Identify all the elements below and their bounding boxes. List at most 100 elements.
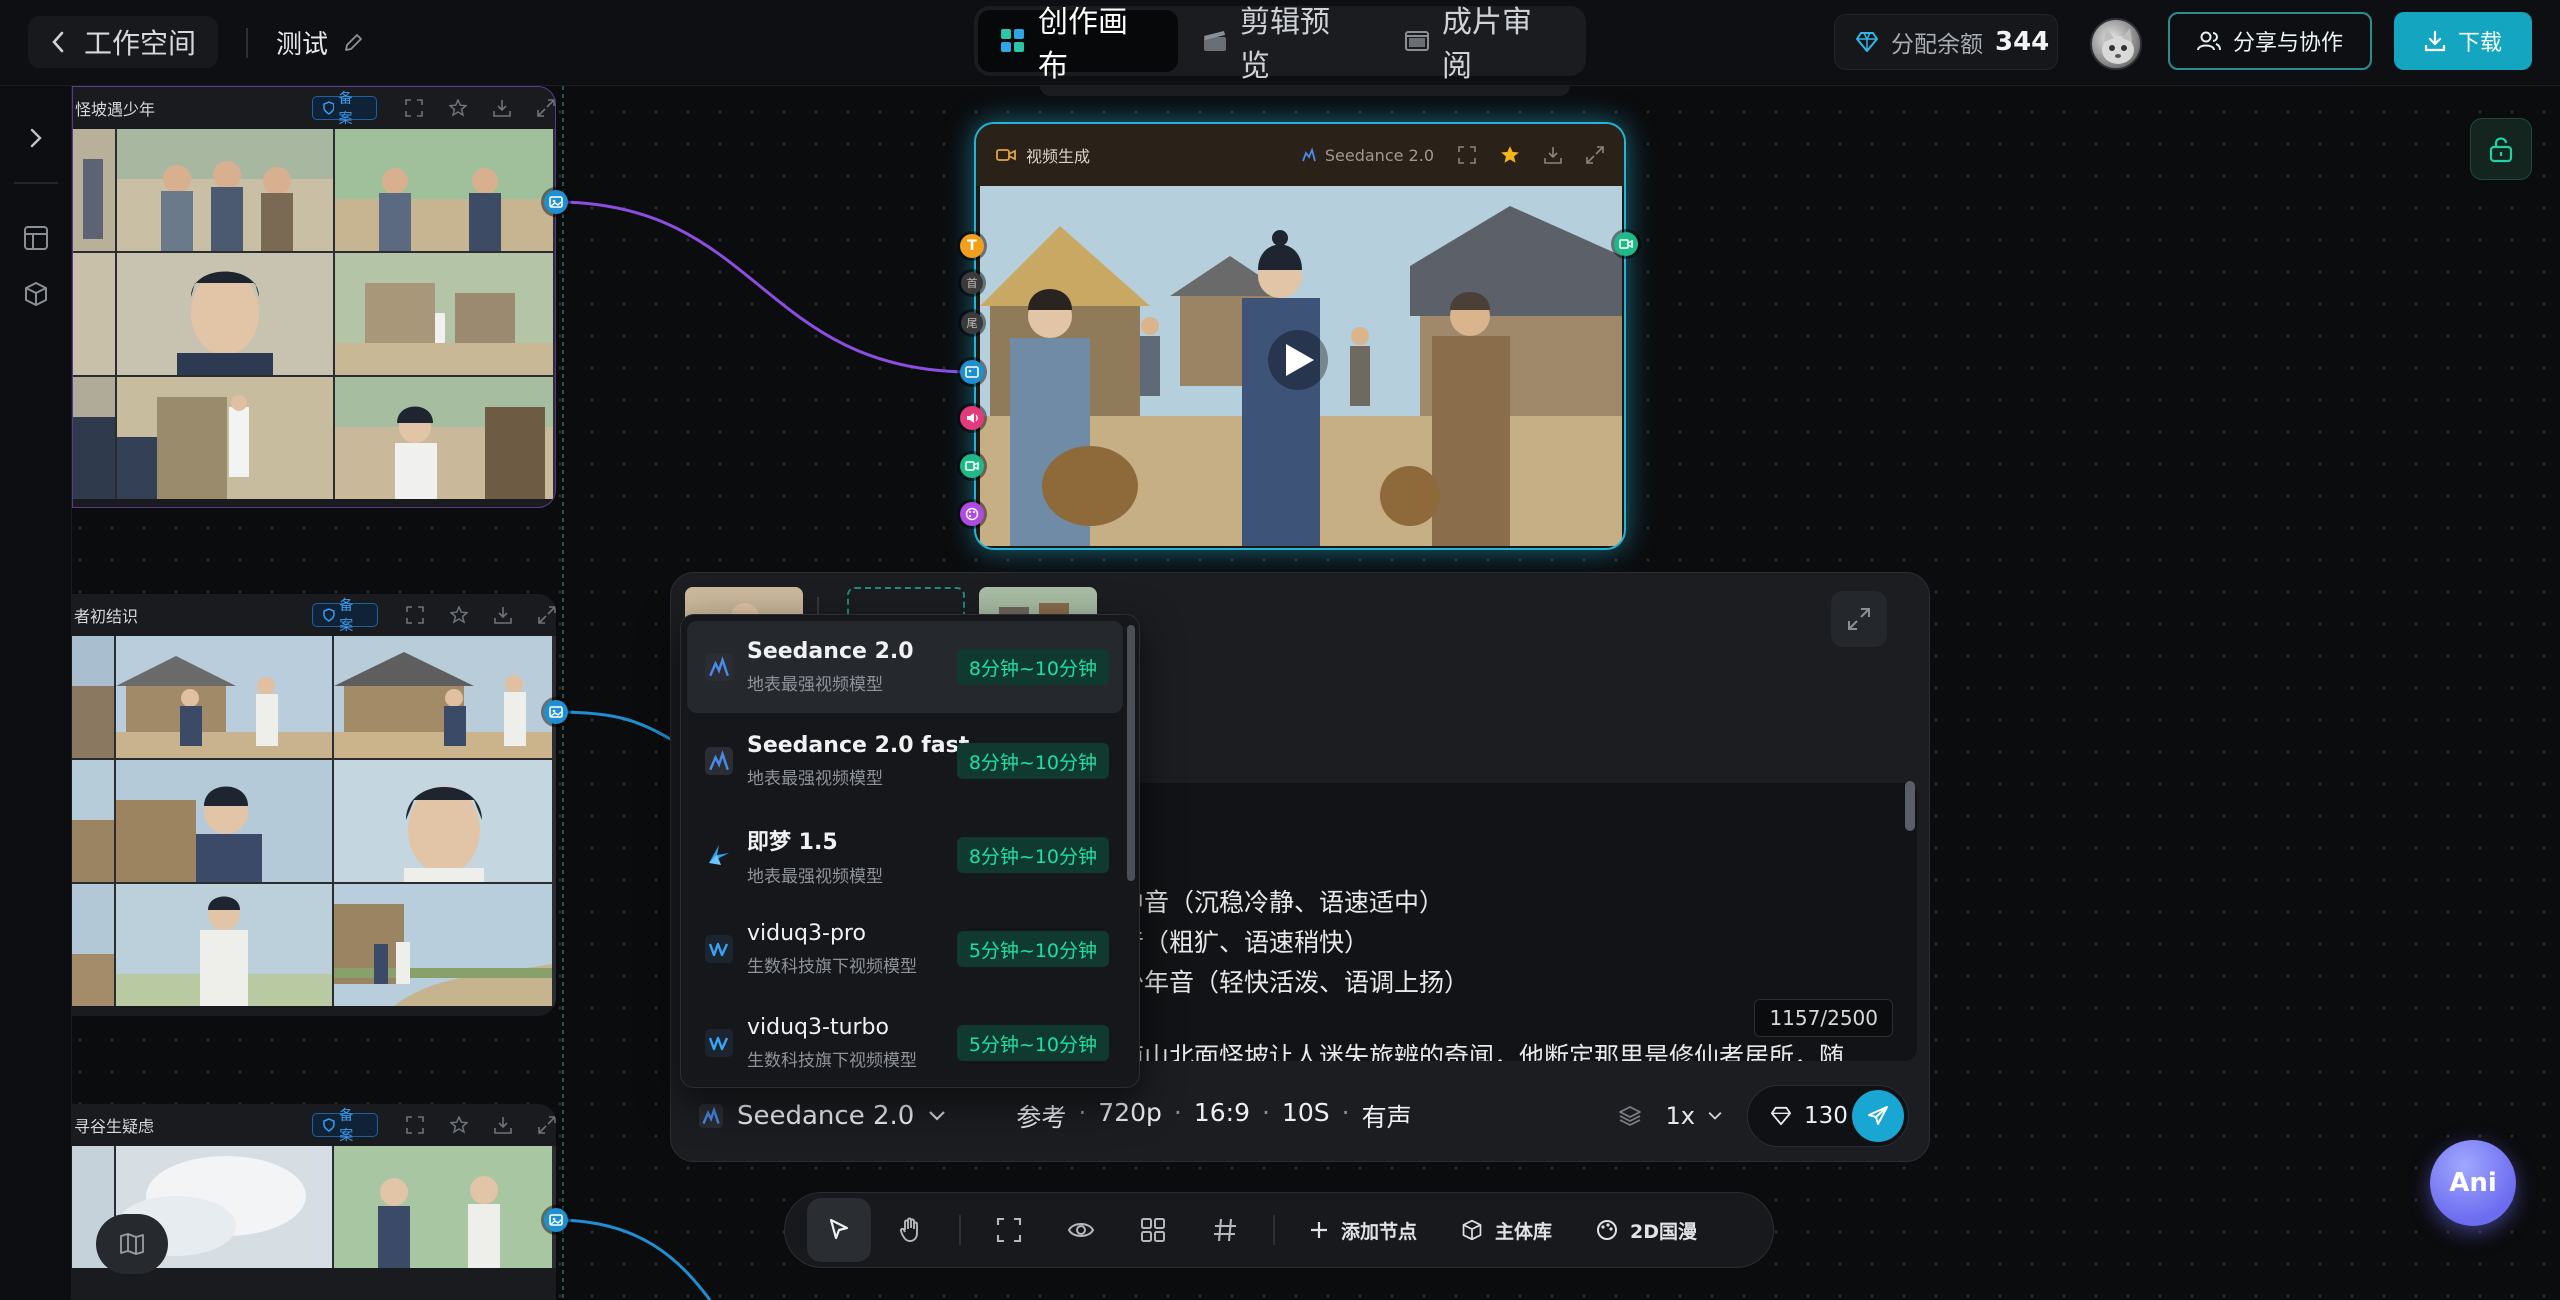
storyboard-card[interactable]: 者初结识 备案 xyxy=(72,594,556,1016)
fullscreen-icon[interactable] xyxy=(538,1116,556,1134)
layers-icon[interactable] xyxy=(1618,1104,1642,1128)
ani-assistant-button[interactable]: Ani xyxy=(2430,1140,2516,1226)
multiplier-selector[interactable]: 1x xyxy=(1666,1102,1723,1130)
storyboard-frame[interactable] xyxy=(117,253,333,375)
time-badge: 8分钟~10分钟 xyxy=(956,743,1109,779)
prompt-controls: Seedance 2.0 参考 · 720p · 16:9 · 10S · 有声… xyxy=(699,1083,1909,1149)
model-option[interactable]: viduq3-turbo 生数科技旗下视频模型 5分钟~10分钟 xyxy=(687,997,1123,1087)
model-option[interactable]: Seedance 2.0 地表最强视频模型 8分钟~10分钟 xyxy=(687,621,1123,713)
model-option[interactable]: Seedance 2.0 fast 地表最强视频模型 8分钟~10分钟 xyxy=(687,715,1123,807)
storyboard-frame[interactable] xyxy=(73,129,115,251)
download-icon[interactable] xyxy=(493,99,511,117)
video-model-label: Seedance 2.0 xyxy=(1301,146,1434,165)
dropdown-scrollbar[interactable] xyxy=(1127,625,1135,881)
audio-input-port[interactable] xyxy=(960,406,984,430)
model-name: Seedance 2.0 xyxy=(747,639,914,664)
storyboard-frame[interactable] xyxy=(334,760,552,882)
storyboard-frame[interactable] xyxy=(117,129,333,251)
fullscreen-icon[interactable] xyxy=(537,99,555,117)
storyboard-header: 者初结识 备案 xyxy=(72,594,556,636)
scan-icon[interactable] xyxy=(405,99,423,117)
scan-icon[interactable] xyxy=(406,1116,424,1134)
diamond-icon xyxy=(1770,1106,1792,1126)
storyboard-frame[interactable] xyxy=(72,884,114,1006)
scan-icon[interactable] xyxy=(1458,146,1476,164)
preview-button[interactable] xyxy=(1049,1198,1113,1262)
video-node-title: 视频生成 xyxy=(1026,147,1091,166)
send-button[interactable] xyxy=(1852,1090,1904,1142)
star-icon[interactable] xyxy=(450,606,468,624)
star-filled-icon[interactable] xyxy=(1500,145,1520,165)
storyboard-frame[interactable] xyxy=(116,884,332,1006)
last-frame-port[interactable]: 尾 xyxy=(961,312,983,334)
storyboard-frame[interactable] xyxy=(335,377,553,499)
storyboard-frame[interactable] xyxy=(116,760,332,882)
fit-view-button[interactable] xyxy=(977,1198,1041,1262)
send-icon xyxy=(1866,1104,1890,1128)
textarea-scrollbar[interactable] xyxy=(1905,781,1915,831)
storyboard-frame[interactable] xyxy=(116,636,332,758)
model-option[interactable]: 即梦 1.5 地表最强视频模型 8分钟~10分钟 xyxy=(687,809,1123,901)
generation-params[interactable]: 参考 · 720p · 16:9 · 10S · 有声 xyxy=(1016,1098,1411,1134)
lock-canvas-button[interactable] xyxy=(2470,118,2532,180)
layout-grid-button[interactable] xyxy=(1121,1198,1185,1262)
fullscreen-icon[interactable] xyxy=(538,606,556,624)
text-input-port[interactable]: T xyxy=(960,234,984,258)
image-input-port[interactable] xyxy=(960,360,984,384)
time-badge: 8分钟~10分钟 xyxy=(956,649,1109,685)
video-preview[interactable] xyxy=(980,186,1622,546)
cost-value: 130 xyxy=(1804,1103,1848,1129)
model-option[interactable]: viduq3-pro 生数科技旗下视频模型 5分钟~10分钟 xyxy=(687,903,1123,995)
fullscreen-icon[interactable] xyxy=(1586,146,1604,164)
image-output-port[interactable] xyxy=(544,1208,568,1232)
storyboard-frame[interactable] xyxy=(73,253,115,375)
model-selector[interactable]: Seedance 2.0 xyxy=(699,1101,946,1131)
star-icon[interactable] xyxy=(449,99,467,117)
multiplier-value: 1x xyxy=(1665,1102,1695,1130)
style-button[interactable]: 2D国漫 xyxy=(1578,1217,1715,1244)
storyboard-frame[interactable] xyxy=(334,1146,552,1268)
image-output-port[interactable] xyxy=(544,190,568,214)
model-dropdown: Seedance 2.0 地表最强视频模型 8分钟~10分钟 Seedance … xyxy=(680,614,1140,1088)
expand-panel-button[interactable] xyxy=(1831,591,1887,647)
storyboard-actions xyxy=(405,99,555,117)
storyboard-frame[interactable] xyxy=(335,129,553,251)
separator-dot: · xyxy=(1261,1098,1270,1127)
param-reference: 参考 xyxy=(1016,1103,1067,1132)
snap-grid-button[interactable] xyxy=(1193,1198,1257,1262)
model-name: Seedance 2.0 fast xyxy=(747,733,970,758)
storyboard-frame[interactable] xyxy=(117,377,333,499)
plus-icon xyxy=(1309,1220,1329,1240)
separator-dot: · xyxy=(1173,1098,1182,1127)
storyboard-frame[interactable] xyxy=(73,377,115,499)
add-node-button[interactable]: 添加节点 xyxy=(1291,1217,1435,1244)
download-icon[interactable] xyxy=(1544,146,1562,164)
scan-icon[interactable] xyxy=(406,606,424,624)
download-icon[interactable] xyxy=(494,1116,512,1134)
storyboard-frame[interactable] xyxy=(72,636,114,758)
image-output-port[interactable] xyxy=(544,700,568,724)
storyboard-frame[interactable] xyxy=(334,884,552,1006)
cube-icon xyxy=(1461,1219,1483,1241)
storyboard-frame[interactable] xyxy=(335,253,553,375)
hand-tool-button[interactable] xyxy=(879,1198,943,1262)
storyboard-card[interactable]: 怪坡遇少年 备案 xyxy=(72,86,556,508)
canvas-toolbar: 添加节点 主体库 2D国漫 xyxy=(784,1192,1774,1268)
storyboard-frame[interactable] xyxy=(334,636,552,758)
download-icon[interactable] xyxy=(494,606,512,624)
video-input-port[interactable] xyxy=(960,454,984,478)
style-input-port[interactable] xyxy=(960,502,984,526)
minimap-button[interactable] xyxy=(96,1214,168,1274)
star-icon[interactable] xyxy=(450,1116,468,1134)
first-frame-port[interactable]: 首 xyxy=(961,272,983,294)
last-frame-icon: 尾 xyxy=(966,317,978,330)
param-audio: 有声 xyxy=(1361,1103,1412,1132)
storyboard-frame[interactable] xyxy=(72,760,114,882)
subject-library-button[interactable]: 主体库 xyxy=(1443,1217,1570,1244)
divider xyxy=(959,1215,961,1245)
select-tool-button[interactable] xyxy=(807,1198,871,1262)
divider xyxy=(1273,1215,1275,1245)
video-generation-node[interactable]: 视频生成 Seedance 2.0 xyxy=(974,122,1626,550)
video-output-port[interactable] xyxy=(1614,232,1638,256)
subject-library-label: 主体库 xyxy=(1495,1220,1553,1243)
